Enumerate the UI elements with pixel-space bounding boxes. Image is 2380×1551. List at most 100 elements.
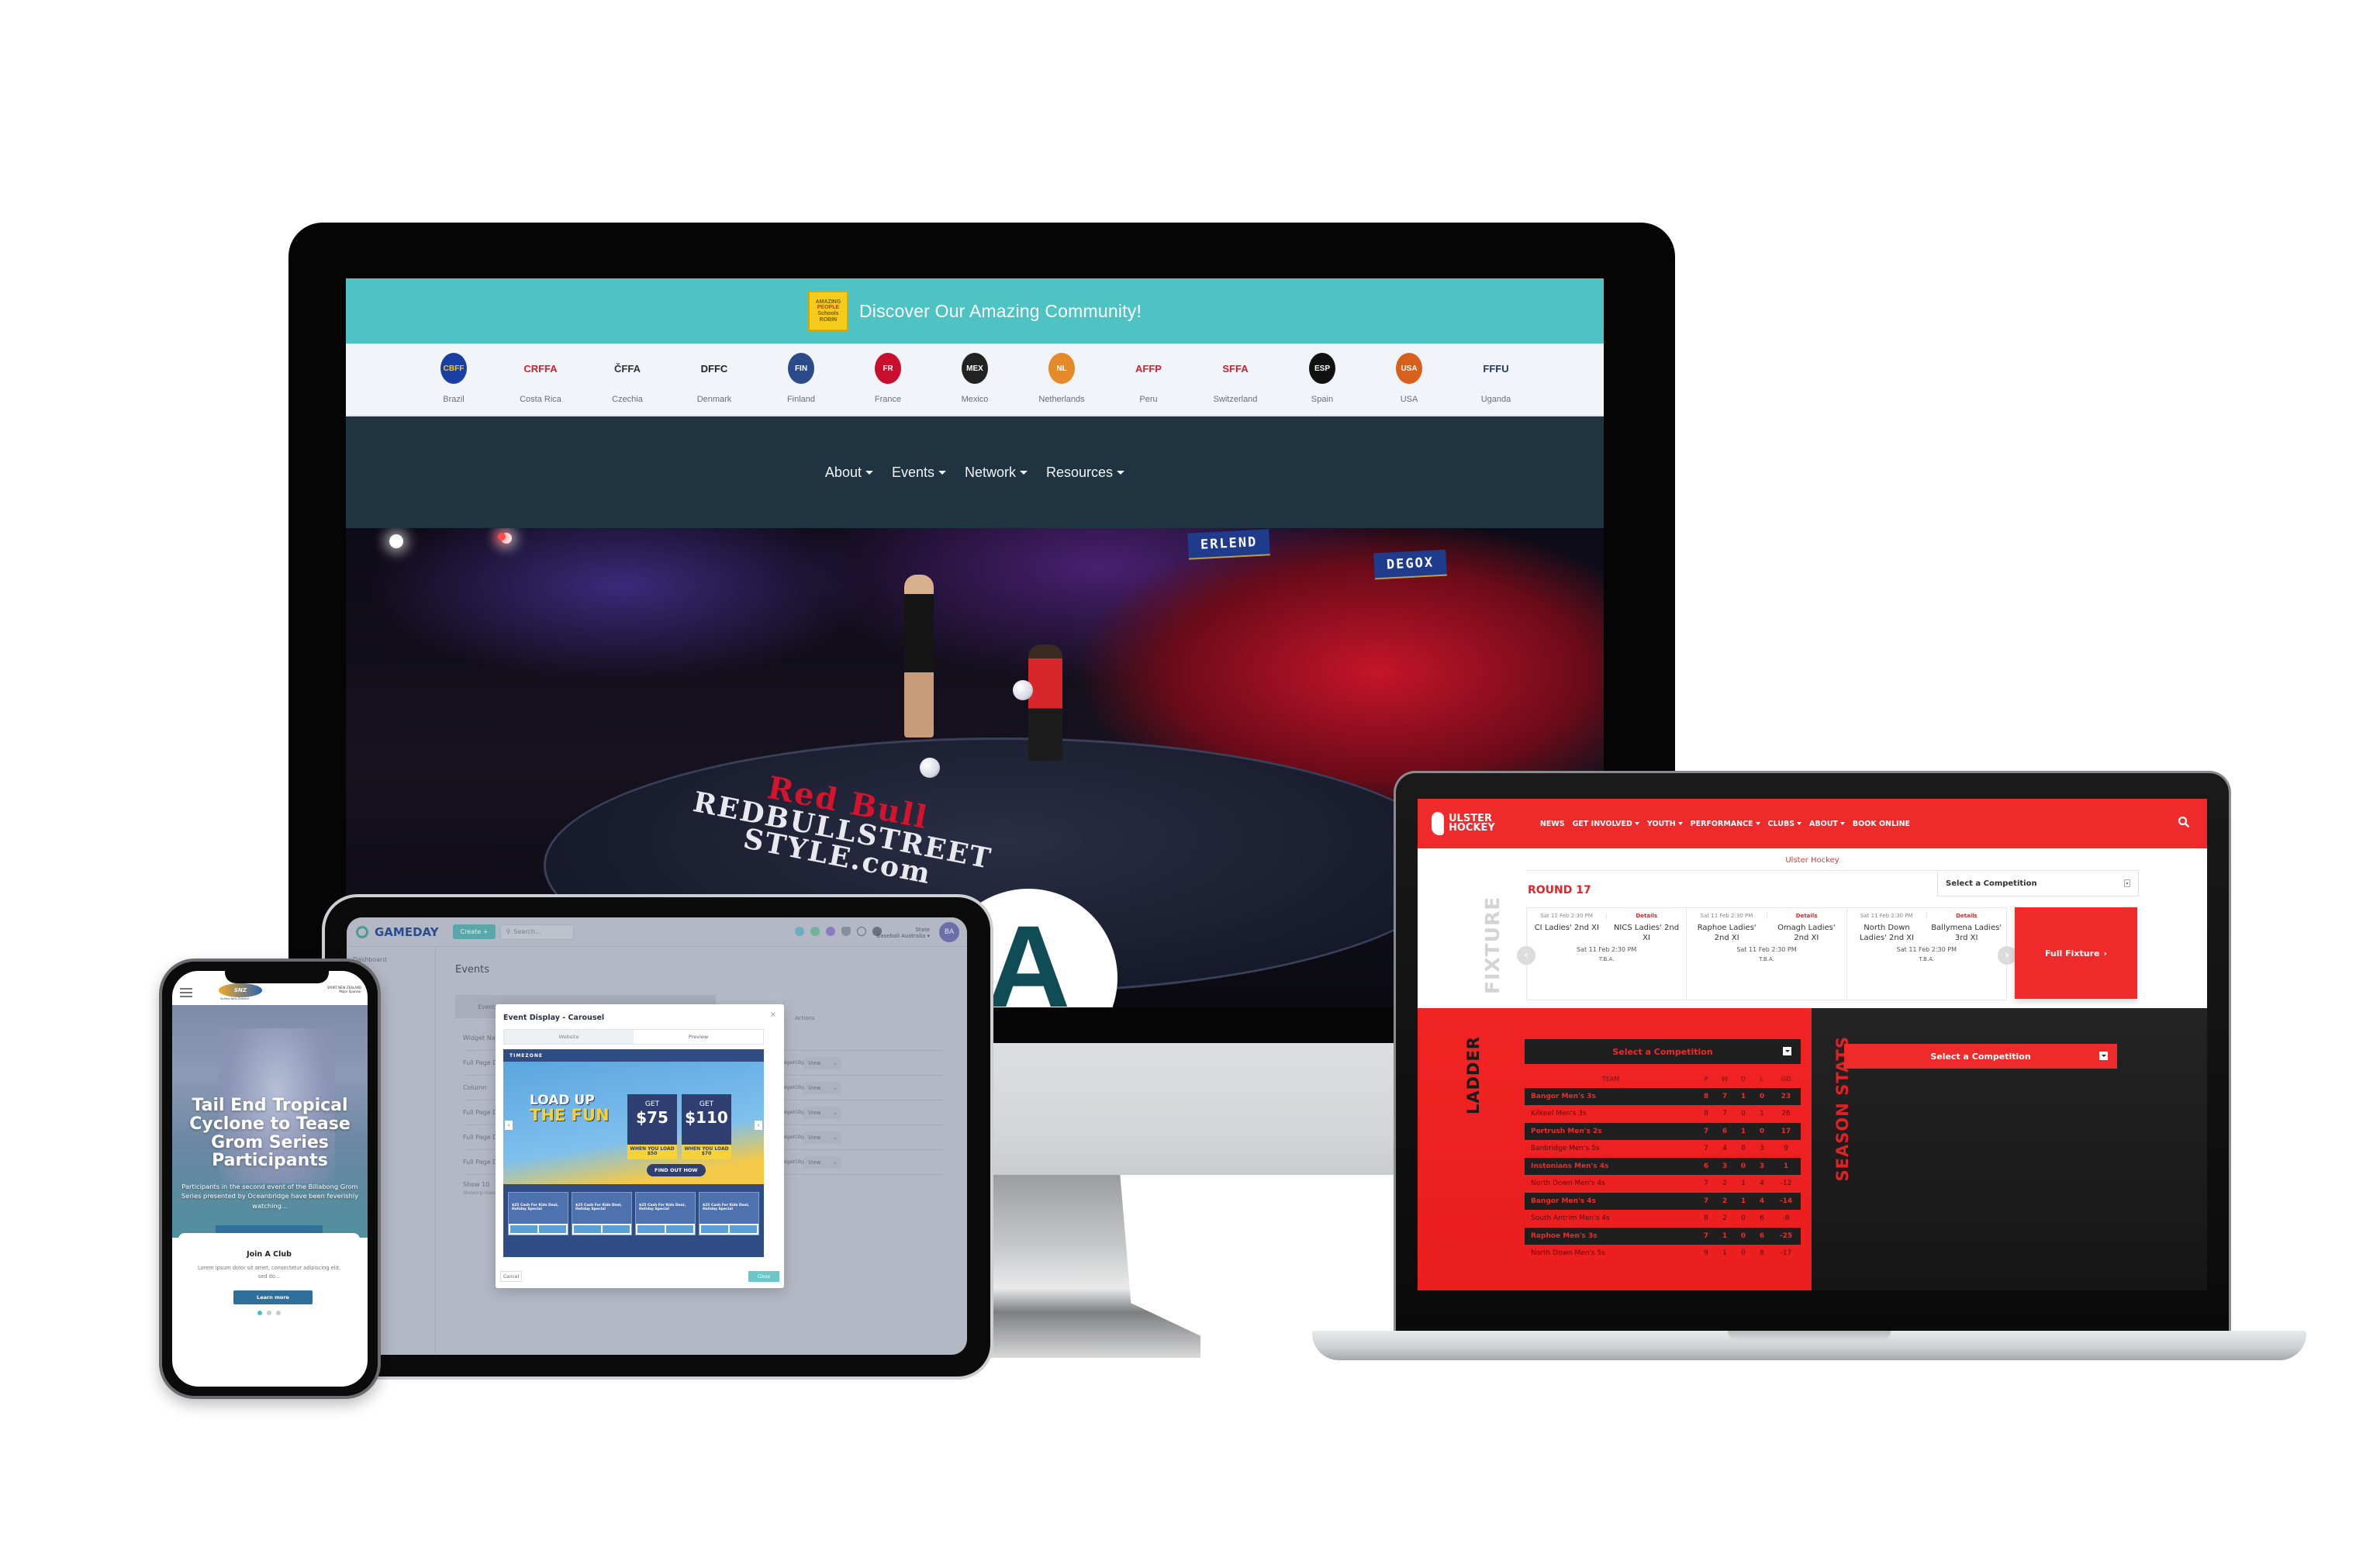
app-icon[interactable] <box>795 927 804 936</box>
avatar[interactable]: BA <box>939 922 959 942</box>
country-name: Peru <box>1139 395 1158 404</box>
table-row[interactable]: Banbridge Men's 5s 7 4 0 3 9 <box>1525 1140 1801 1158</box>
preview-tile[interactable]: $25 Cash For Kids Deal, Holiday Special <box>508 1192 568 1235</box>
carousel-dot[interactable] <box>257 1311 262 1315</box>
details-link[interactable]: Details <box>1607 913 1686 919</box>
nav-resources[interactable]: Resources <box>1046 465 1125 481</box>
nav-about[interactable]: About <box>825 465 873 481</box>
nav-news[interactable]: NEWS <box>1540 820 1565 828</box>
find-out-button[interactable]: FIND OUT HOW <box>647 1164 706 1176</box>
carousel-next-icon[interactable]: › <box>755 1121 762 1130</box>
stats-competition-select[interactable]: Select a Competition <box>1844 1044 2117 1069</box>
tile-button[interactable] <box>637 1225 665 1233</box>
table-row[interactable]: North Down Men's 4s 7 2 1 4 -12 <box>1525 1175 1801 1193</box>
cancel-button[interactable]: Cancel <box>500 1271 522 1282</box>
table-row[interactable]: Raphoe Men's 3s 7 1 0 6 -25 <box>1525 1227 1801 1245</box>
tab-preview[interactable]: Preview <box>634 1030 763 1044</box>
table-row[interactable]: Kilkeel Men's 3s 8 7 0 1 26 <box>1525 1105 1801 1123</box>
carousel-dot[interactable] <box>276 1311 281 1315</box>
snz-logo[interactable]: SNZ <box>219 983 262 997</box>
carousel-prev-icon[interactable]: ‹ <box>505 1121 513 1130</box>
country-logo: NL <box>1048 353 1075 384</box>
next-arrow-icon[interactable]: › <box>1998 946 2016 965</box>
tile-button[interactable] <box>510 1225 537 1233</box>
competition-select[interactable]: Select a Competition ▾ <box>1937 870 2139 896</box>
view-dropdown[interactable]: View ⌄ <box>804 1131 841 1144</box>
gameday-logo[interactable]: GAMEDAY <box>356 925 439 939</box>
create-button[interactable]: Create + <box>452 924 496 939</box>
prev-arrow-icon[interactable]: ‹ <box>1517 946 1535 965</box>
breadcrumb[interactable]: Ulster Hockey <box>1418 856 2207 865</box>
country-spain[interactable]: ESP Spain <box>1279 353 1366 415</box>
view-dropdown[interactable]: View ⌄ <box>804 1106 841 1119</box>
country-switzerland[interactable]: SFFA Switzerland <box>1192 353 1279 415</box>
preview-tile[interactable]: $25 Cash For Kids Deal, Holiday Special <box>635 1192 696 1235</box>
nav-clubs[interactable]: CLUBS <box>1768 820 1802 828</box>
search-input[interactable]: ⚲ Search... <box>500 924 575 940</box>
country-denmark[interactable]: DFFC Denmark <box>671 353 758 415</box>
view-dropdown[interactable]: View ⌄ <box>804 1155 841 1169</box>
tile-button[interactable] <box>730 1225 757 1233</box>
preview-tile[interactable]: $25 Cash For Kids Deal, Holiday Special <box>699 1192 759 1235</box>
view-dropdown[interactable]: View ⌄ <box>804 1056 841 1069</box>
country-peru[interactable]: AFFP Peru <box>1105 353 1192 415</box>
table-row[interactable]: Portrush Men's 2s 7 6 1 0 17 <box>1525 1122 1801 1140</box>
country-usa[interactable]: USA USA <box>1366 353 1453 415</box>
nav-network[interactable]: Network <box>965 465 1028 481</box>
country-brazil[interactable]: CBFF Brazil <box>410 353 497 415</box>
bell-icon[interactable] <box>841 927 851 936</box>
tile-button[interactable] <box>701 1225 728 1233</box>
country-mexico[interactable]: MEX Mexico <box>931 353 1018 415</box>
nav-label: BOOK ONLINE <box>1852 819 1911 828</box>
carousel-dot[interactable] <box>267 1311 271 1315</box>
tab-website[interactable]: Website <box>504 1030 634 1044</box>
stat-cell: 7 <box>1704 1180 1708 1188</box>
country-finland[interactable]: FIN Finland <box>758 353 845 415</box>
tile-button[interactable] <box>539 1225 566 1233</box>
tile-button[interactable] <box>603 1225 630 1233</box>
close-button[interactable]: Close <box>748 1271 779 1282</box>
ulster-logo[interactable]: ULSTER HOCKEY <box>1432 812 1495 835</box>
country-netherlands[interactable]: NL Netherlands <box>1018 353 1105 415</box>
nav-get-involved[interactable]: GET INVOLVED <box>1573 820 1639 828</box>
stat-cell: 4 <box>1722 1145 1727 1153</box>
country-czechia[interactable]: ČFFA Czechia <box>584 353 671 415</box>
country-uganda[interactable]: FFFU Uganda <box>1453 353 1539 415</box>
table-row[interactable]: Bangor Men's 3s 8 7 1 0 23 <box>1525 1087 1801 1105</box>
country-logo-text: FFFU <box>1483 362 1509 375</box>
page-size-select[interactable]: Show 10 <box>463 1181 489 1188</box>
country-costa-rica[interactable]: CRFFA Costa Rica <box>497 353 584 415</box>
nav-youth[interactable]: YOUTH <box>1647 820 1683 828</box>
table-row[interactable]: Instonians Men's 4s 6 3 0 3 1 <box>1525 1157 1801 1175</box>
details-link[interactable]: Details <box>1767 913 1846 919</box>
nav-performance[interactable]: PERFORMANCE <box>1691 820 1760 828</box>
nav-events[interactable]: Events <box>892 465 946 481</box>
app-icon[interactable] <box>826 927 835 936</box>
country-name: Denmark <box>696 395 732 404</box>
table-row[interactable]: North Down Men's 5s 9 1 0 8 -17 <box>1525 1245 1801 1263</box>
preview-tile[interactable]: $25 Cash For Kids Deal, Holiday Special <box>572 1192 632 1235</box>
ladder-competition-select[interactable]: Select a Competition <box>1525 1039 1801 1064</box>
view-dropdown[interactable]: View ⌄ <box>804 1081 841 1094</box>
details-link[interactable]: Details <box>1927 913 2006 919</box>
app-icon[interactable] <box>810 927 820 936</box>
country-name: Uganda <box>1480 395 1511 404</box>
learn-more-button[interactable]: Learn more <box>233 1290 313 1304</box>
fixture-venue: T.B.A. <box>1759 956 1774 962</box>
full-fixture-button[interactable]: Full Fixture › <box>2015 907 2137 999</box>
close-icon[interactable]: × <box>770 1010 776 1019</box>
tile-button[interactable] <box>574 1225 601 1233</box>
page-title: Events <box>455 964 490 976</box>
table-row[interactable]: South Antrim Men's 4s 8 2 0 6 -8 <box>1525 1210 1801 1228</box>
search-icon[interactable] <box>2178 816 2190 828</box>
nav-book-online[interactable]: BOOK ONLINE <box>1853 820 1910 828</box>
nav-about[interactable]: ABOUT <box>1809 820 1845 828</box>
help-icon[interactable] <box>857 927 866 936</box>
fixture-teams: CI Ladies' 2nd XI NICS Ladies' 2nd XI <box>1527 924 1686 943</box>
hamburger-menu-icon[interactable] <box>180 988 192 997</box>
table-row[interactable]: Bangor Men's 4s 7 2 1 4 -14 <box>1525 1192 1801 1210</box>
nav-label: YOUTH <box>1646 819 1676 828</box>
tile-button[interactable] <box>666 1225 693 1233</box>
user-org[interactable]: State Baseball Australia ▾ <box>876 927 930 940</box>
country-france[interactable]: FR France <box>845 353 931 415</box>
